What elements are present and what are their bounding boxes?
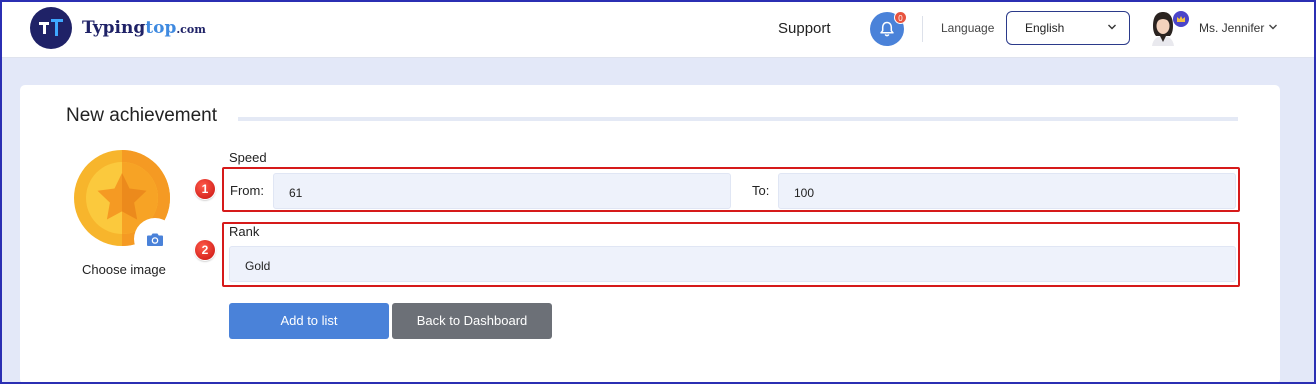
language-select[interactable]: English bbox=[1006, 11, 1130, 45]
speed-label: Speed bbox=[229, 150, 267, 165]
back-to-dashboard-button[interactable]: Back to Dashboard bbox=[392, 303, 552, 339]
speed-from-input[interactable]: 61 bbox=[273, 173, 731, 209]
camera-icon bbox=[147, 233, 163, 246]
upload-image-button[interactable] bbox=[134, 218, 176, 260]
step-marker-1: 1 bbox=[195, 179, 215, 199]
support-link[interactable]: Support bbox=[778, 20, 831, 37]
add-to-list-button[interactable]: Add to list bbox=[229, 303, 389, 339]
speed-to-input[interactable]: 100 bbox=[778, 173, 1236, 209]
avatar[interactable] bbox=[1150, 10, 1176, 46]
logo-icon bbox=[30, 7, 72, 49]
rank-input[interactable]: Gold bbox=[229, 246, 1236, 282]
bell-icon bbox=[880, 21, 894, 36]
crown-icon bbox=[1173, 11, 1189, 27]
achievement-card: New achievement Choose image Speed 1 Fro… bbox=[20, 85, 1280, 384]
logo[interactable]: Typingtop.com bbox=[30, 7, 206, 49]
user-name[interactable]: Ms. Jennifer bbox=[1199, 21, 1264, 35]
chevron-down-icon bbox=[1108, 24, 1116, 30]
step-marker-2: 2 bbox=[195, 240, 215, 260]
language-value: English bbox=[1025, 21, 1065, 35]
chevron-down-icon[interactable] bbox=[1268, 23, 1278, 31]
rank-label: Rank bbox=[229, 224, 260, 239]
from-label: From: bbox=[230, 183, 264, 198]
language-label: Language bbox=[941, 21, 995, 35]
top-header: Typingtop.com Support 0 Language English… bbox=[0, 0, 1316, 58]
page-title: New achievement bbox=[66, 105, 218, 126]
logo-text: Typingtop.com bbox=[82, 18, 206, 38]
title-divider bbox=[238, 117, 1238, 121]
notification-badge: 0 bbox=[894, 11, 907, 24]
choose-image-label[interactable]: Choose image bbox=[82, 262, 166, 277]
header-divider bbox=[922, 16, 923, 42]
to-label: To: bbox=[752, 183, 770, 198]
